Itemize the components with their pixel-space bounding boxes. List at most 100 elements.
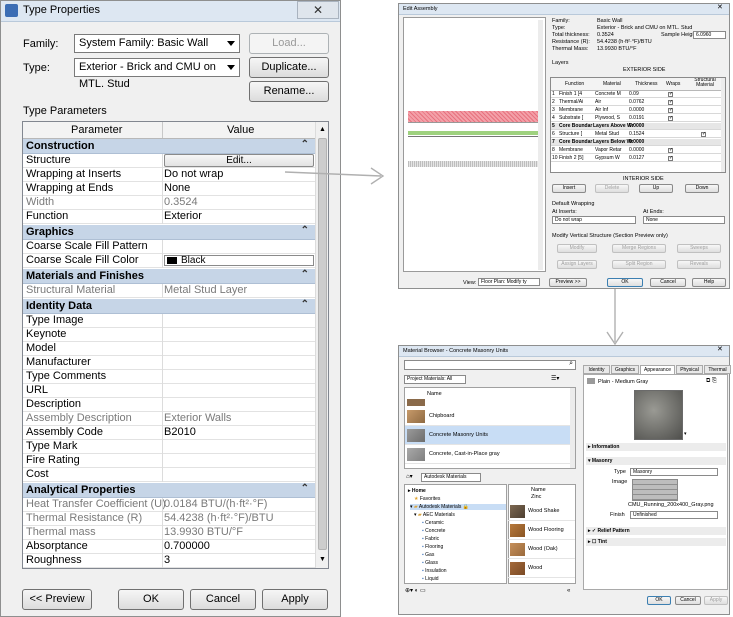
assign-layers-button[interactable]: Assign Layers — [557, 260, 597, 269]
load-button[interactable]: Load... — [249, 33, 329, 54]
param-value[interactable]: 0.700000 — [164, 540, 210, 553]
collapse-icon[interactable]: ⌃ — [301, 225, 309, 236]
view-toggle-icon[interactable]: ☰▾ — [551, 376, 559, 382]
split-region-button[interactable]: Split Region — [612, 260, 666, 269]
layer-thickness[interactable]: 0.0000 — [629, 123, 644, 129]
down-button[interactable]: Down — [685, 184, 719, 193]
collapse-icon[interactable]: ⌃ — [301, 299, 309, 310]
group-construction[interactable]: Construction ⌃ — [23, 139, 315, 154]
tree-flooring[interactable]: ▪ Flooring — [422, 544, 443, 550]
layer-thickness[interactable]: 0.09 — [629, 91, 639, 97]
wraps-checkbox[interactable]: ✓ — [668, 108, 673, 113]
param-row-type-mark[interactable]: Type Mark — [23, 440, 315, 454]
param-value[interactable]: Exterior — [164, 210, 202, 223]
reveals-button[interactable]: Reveals — [677, 260, 721, 269]
wraps-checkbox[interactable]: ✓ — [668, 116, 673, 121]
param-row-absorptance[interactable]: Absorptance 0.700000 — [23, 540, 315, 554]
cancel-button[interactable]: Cancel — [190, 589, 256, 610]
help-button[interactable]: Help — [692, 278, 726, 287]
layer-function[interactable]: Finish 1 [4 — [559, 91, 582, 97]
ok-button[interactable]: OK — [607, 278, 643, 287]
param-row-assembly-code[interactable]: Assembly Code B2010 — [23, 426, 315, 440]
param-row-roughness[interactable]: Roughness 3 — [23, 554, 315, 568]
section-information[interactable]: ▸ Information — [586, 443, 726, 451]
tree-concrete[interactable]: ▪ Concrete — [422, 528, 445, 534]
layer-thickness[interactable]: 0.0000 — [629, 107, 644, 113]
modify-button[interactable]: Modify — [557, 244, 597, 253]
layer-thickness[interactable]: 0.0762 — [629, 99, 644, 105]
finish-dropdown[interactable]: Unfinished — [630, 511, 718, 519]
up-button[interactable]: Up — [639, 184, 673, 193]
param-row-fill-color[interactable]: Coarse Scale Fill Color Black — [23, 254, 315, 268]
close-icon[interactable]: ✕ — [717, 346, 723, 353]
tab-graphics[interactable]: Graphics — [611, 365, 639, 374]
param-row-cost[interactable]: Cost — [23, 468, 315, 482]
panel-toggle-icon[interactable]: « — [567, 588, 570, 594]
group-materials[interactable]: Materials and Finishes ⌃ — [23, 269, 315, 284]
rename-button[interactable]: Rename... — [249, 81, 329, 102]
at-inserts-dropdown[interactable]: Do not wrap — [552, 216, 636, 224]
list-scrollbar[interactable] — [570, 388, 575, 468]
section-masonry[interactable]: ▾ Masonry — [586, 457, 726, 465]
list-item[interactable]: Wood Flooring — [508, 521, 575, 540]
layer-thickness[interactable]: 0.0000 — [629, 147, 644, 153]
layer-row[interactable]: 7 Core Boundar Layers Below Wr 0.0000 — [551, 139, 725, 146]
list-item[interactable]: Wood — [508, 559, 575, 578]
scrollbar-thumb[interactable] — [318, 138, 327, 550]
type-dropdown[interactable]: Exterior - Brick and CMU on MTL. Stud — [74, 58, 240, 90]
layer-function[interactable]: Membrane — [559, 147, 583, 153]
layer-material[interactable]: Vapor Retar — [595, 147, 622, 153]
layer-row[interactable]: 1 Finish 1 [4 Concrete M 0.09 ✓ — [551, 91, 725, 98]
layer-function[interactable]: Core Boundar — [559, 123, 592, 129]
param-row-function[interactable]: Function Exterior — [23, 210, 315, 224]
list-item[interactable]: Wood (Oak) — [508, 540, 575, 559]
fill-color-swatch[interactable]: Black — [164, 255, 314, 266]
preview-button[interactable]: << Preview — [22, 589, 92, 610]
wraps-checkbox[interactable]: ✓ — [668, 148, 673, 153]
sample-height-input[interactable]: 6.0960 — [693, 31, 726, 39]
tree-ceramic[interactable]: ▪ Ceramic — [422, 520, 444, 526]
layer-thickness[interactable]: 0.1524 — [629, 131, 644, 137]
view-dropdown[interactable]: Floor Plan: Modify ty — [478, 278, 540, 286]
collapse-icon[interactable]: ⌃ — [301, 269, 309, 280]
layer-row[interactable]: 10 Finish 2 [5] Gypsum W 0.0127 ✓ — [551, 155, 725, 162]
tree-aec-materials[interactable]: ▾ ▰ AEC Materials — [414, 512, 455, 518]
list-item[interactable]: Wood Shake — [508, 502, 575, 521]
close-icon[interactable]: ✕ — [717, 4, 723, 11]
merge-regions-button[interactable]: Merge Regions — [612, 244, 666, 253]
param-row-fill-pattern[interactable]: Coarse Scale Fill Pattern — [23, 240, 315, 254]
tree-favorites[interactable]: ★ Favorites — [414, 496, 440, 502]
tab-thermal[interactable]: Thermal — [704, 365, 731, 374]
layer-material[interactable]: Gypsum W — [595, 155, 620, 161]
list-item[interactable]: Concrete, Cast-in-Place gray — [405, 445, 575, 464]
material-name-zinc[interactable]: Zinc — [531, 494, 541, 500]
layer-material[interactable]: Air Inf — [595, 107, 608, 113]
ok-button[interactable]: OK — [118, 589, 184, 610]
param-row-manufacturer[interactable]: Manufacturer — [23, 356, 315, 370]
layer-function[interactable]: Structure [ — [559, 131, 582, 137]
delete-button[interactable]: Delete — [595, 184, 629, 193]
param-row-description[interactable]: Description — [23, 398, 315, 412]
masonry-type-dropdown[interactable]: Masonry — [630, 468, 718, 476]
param-row-wrap-ends[interactable]: Wrapping at Ends None — [23, 182, 315, 196]
tab-appearance[interactable]: Appearance — [640, 365, 675, 374]
scroll-down-icon[interactable]: ▼ — [319, 556, 326, 563]
scroll-up-icon[interactable]: ▲ — [319, 126, 326, 133]
search-input[interactable]: ⌕ — [404, 360, 576, 370]
preview-scrollbar[interactable] — [538, 20, 543, 270]
family-dropdown[interactable]: System Family: Basic Wall — [74, 34, 240, 53]
layer-material[interactable]: Air — [595, 99, 601, 105]
param-row-url[interactable]: URL — [23, 384, 315, 398]
layer-row[interactable]: 5 Core Boundar Layers Above Wr 0.0000 — [551, 123, 725, 130]
grid-scrollbar[interactable]: ▲ ▼ — [315, 122, 328, 568]
ok-button[interactable]: OK — [647, 596, 671, 605]
layer-row[interactable]: 3 Membrane Air Inf 0.0000 ✓ — [551, 107, 725, 114]
group-analytical[interactable]: Analytical Properties ⌃ — [23, 483, 315, 498]
layer-material[interactable]: Concrete M — [595, 91, 621, 97]
layer-thickness[interactable]: 0.0127 — [629, 155, 644, 161]
tree-gas[interactable]: ▪ Gas — [422, 552, 434, 558]
duplicate-button[interactable]: Duplicate... — [249, 57, 329, 78]
layer-function[interactable]: Core Boundar — [559, 139, 592, 145]
tree-home[interactable]: ▸ Home — [408, 488, 426, 494]
replace-asset-icon[interactable]: ⧉ ⎘ — [706, 378, 717, 384]
